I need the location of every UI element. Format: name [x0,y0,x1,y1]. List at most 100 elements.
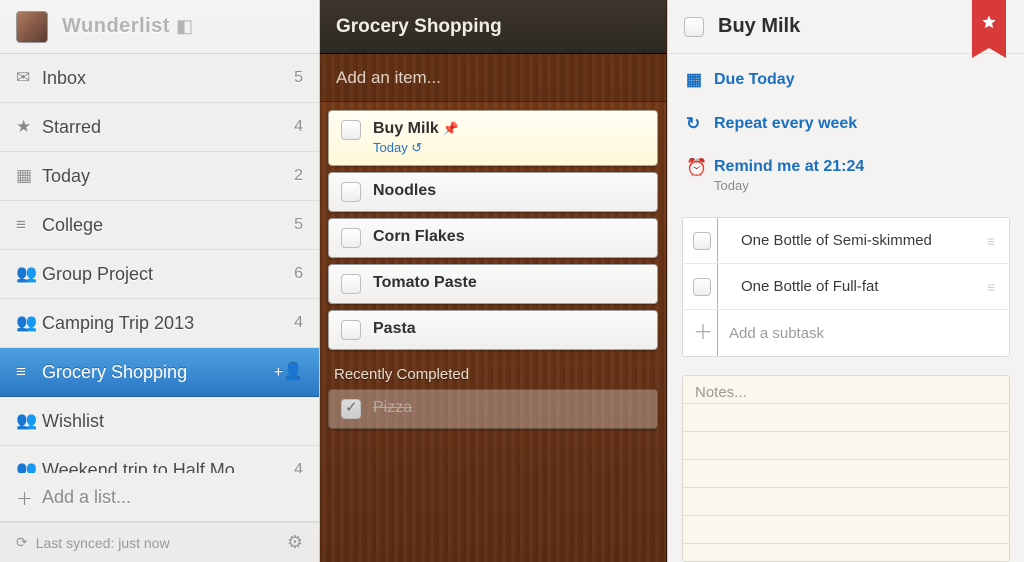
task-row[interactable]: Corn Flakes [328,218,658,258]
people-icon: 👥 [16,460,42,473]
task-title: Buy Milk [373,120,439,137]
sidebar-item-count: 2 [294,167,303,185]
sidebar-item-count: +👤 [274,362,303,382]
list-icon: ≡ [16,362,42,382]
activity-icon[interactable]: ◧ [176,16,193,37]
detail-title-row: Buy Milk [668,0,1024,54]
calendar-icon: ▦ [16,166,42,186]
alarm-icon: ⏰ [686,158,714,178]
people-icon: 👥 [16,313,42,333]
drag-handle-icon[interactable]: ≡ [987,279,1003,295]
sidebar-item-label: Inbox [42,68,294,89]
sidebar-list: ✉Inbox5★Starred4▦Today2≡College5👥Group P… [0,54,319,473]
task-checkbox[interactable] [341,399,361,419]
avatar[interactable] [16,11,48,43]
task-title: Noodles [373,182,436,199]
pin-icon: 📌 [443,121,459,136]
task-row[interactable]: Pasta [328,310,658,350]
star-ribbon[interactable] [972,0,1006,48]
people-icon: 👥 [16,264,42,284]
calendar-icon: ▦ [686,70,714,90]
task-checkbox[interactable] [341,274,361,294]
sidebar-item-label: Starred [42,117,294,138]
sidebar-item-label: Weekend trip to Half Mo... [42,460,294,474]
sync-label: Last synced: just now [36,535,170,551]
reminder-label: Remind me at 21:24 [714,158,864,175]
sidebar-item-count: 5 [294,69,303,87]
sidebar-header: Wunderlist ◧ [0,0,319,54]
task-checkbox[interactable] [341,182,361,202]
plus-icon: ＋ [16,485,42,510]
task-checkbox[interactable] [341,120,361,140]
subtask-title: One Bottle of Semi-skimmed [741,232,932,249]
list-icon: ≡ [16,215,42,235]
detail-meta: ▦ Due Today ↻ Repeat every week ⏰ Remind… [668,54,1024,209]
completed-list: Pizza [320,389,666,435]
drag-handle-icon[interactable]: ≡ [987,233,1003,249]
task-title: Pizza [373,399,412,417]
sidebar-footer: ⟳ Last synced: just now ⚙ [0,522,319,562]
add-task-placeholder: Add an item... [336,68,441,88]
subtask-checkbox[interactable] [693,232,711,250]
settings-icon[interactable]: ⚙ [287,532,303,553]
sidebar-item[interactable]: ≡Grocery Shopping+👤 [0,348,319,397]
star-icon: ★ [16,117,42,137]
list-title: Grocery Shopping [320,0,666,54]
sync-icon[interactable]: ⟳ [16,534,28,551]
people-icon: 👥 [16,411,42,431]
sidebar-item[interactable]: ★Starred4 [0,103,319,152]
task-pane: Grocery Shopping Add an item... Buy Milk… [320,0,667,562]
add-subtask-row[interactable]: ＋ Add a subtask [683,310,1009,356]
add-task-input[interactable]: Add an item... [320,54,666,102]
task-row-completed[interactable]: Pizza [328,389,658,429]
notes-placeholder: Notes... [695,384,747,401]
add-subtask-label: Add a subtask [729,325,824,342]
task-subtitle: Today ↺ [373,140,459,156]
sidebar-item[interactable]: 👥Wishlist [0,397,319,446]
sidebar-item[interactable]: ✉Inbox5 [0,54,319,103]
sidebar-item[interactable]: 👥Group Project6 [0,250,319,299]
sidebar-item-count: 6 [294,265,303,283]
sidebar-item-label: Camping Trip 2013 [42,313,294,334]
notes-field[interactable]: Notes... [682,375,1010,562]
task-checkbox[interactable] [341,320,361,340]
reminder-sub: Today [714,178,864,193]
sidebar-item[interactable]: ≡College5 [0,201,319,250]
task-row[interactable]: Tomato Paste [328,264,658,304]
detail-checkbox[interactable] [684,17,704,37]
sidebar-item-count: 4 [294,314,303,332]
subtask-row[interactable]: One Bottle of Full-fat ≡ [683,264,1009,310]
subtask-checkbox[interactable] [693,278,711,296]
add-list-label: Add a list... [42,487,303,508]
sidebar-item-label: Group Project [42,264,294,285]
sidebar-item-label: Wishlist [42,411,303,432]
task-title: Tomato Paste [373,274,477,291]
due-label: Due Today [714,71,795,89]
sidebar-item-count: 4 [294,118,303,136]
sidebar-item-count: 5 [294,216,303,234]
repeat-row[interactable]: ↻ Repeat every week [668,102,1024,146]
task-row[interactable]: Noodles [328,172,658,212]
inbox-icon: ✉ [16,68,42,88]
add-list-button[interactable]: ＋ Add a list... [0,473,319,522]
brand-title: Wunderlist [62,15,170,38]
sidebar-item[interactable]: 👥Camping Trip 20134 [0,299,319,348]
task-row[interactable]: Buy Milk 📌 Today ↺ [328,110,658,166]
sidebar-item-label: College [42,215,294,236]
reminder-row[interactable]: ⏰ Remind me at 21:24 Today [668,146,1024,205]
sidebar-item[interactable]: ▦Today2 [0,152,319,201]
subtask-list: One Bottle of Semi-skimmed≡One Bottle of… [682,217,1010,357]
sidebar-item-label: Today [42,166,294,187]
subtask-title: One Bottle of Full-fat [741,278,879,295]
star-icon [981,14,997,30]
detail-pane: Buy Milk ▦ Due Today ↻ Repeat every week… [667,0,1024,562]
repeat-label: Repeat every week [714,115,857,133]
plus-icon: ＋ [693,324,711,342]
task-checkbox[interactable] [341,228,361,248]
completed-header: Recently Completed [320,356,666,389]
repeat-icon: ↻ [686,114,714,134]
subtask-row[interactable]: One Bottle of Semi-skimmed ≡ [683,218,1009,264]
due-date-row[interactable]: ▦ Due Today [668,58,1024,102]
sidebar-item-count: 4 [294,461,303,473]
sidebar-item[interactable]: 👥Weekend trip to Half Mo...4 [0,446,319,473]
